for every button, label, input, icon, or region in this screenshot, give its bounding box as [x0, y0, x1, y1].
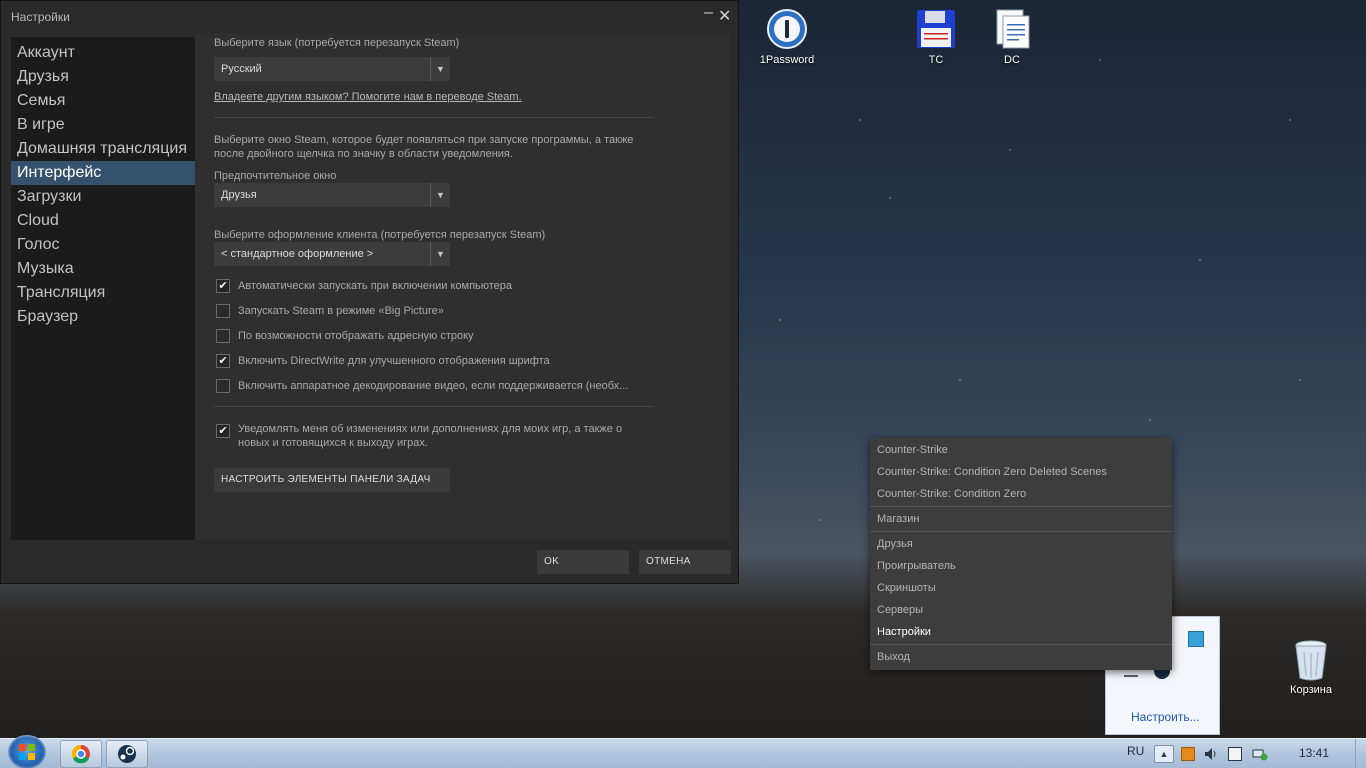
floppy-disk-icon: [915, 8, 957, 50]
show-hidden-icons-button[interactable]: ▲: [1154, 745, 1174, 763]
language-select-value: Русский: [221, 63, 262, 75]
1password-icon: [766, 8, 808, 50]
taskbar-elements-button[interactable]: НАСТРОИТЬ ЭЛЕМЕНТЫ ПАНЕЛИ ЗАДАЧ: [214, 468, 450, 492]
menu-divider: [870, 531, 1172, 532]
checkbox-label: Включить аппаратное декодирование видео,…: [238, 380, 629, 392]
desktop-icon-label: DC: [1004, 54, 1020, 66]
network-app-icon[interactable]: [1188, 631, 1204, 647]
menu-item-store[interactable]: Магазин: [877, 513, 919, 525]
taskbar-chrome[interactable]: [60, 740, 102, 768]
steam-context-menu: Counter-Strike Counter-Strike: Condition…: [870, 438, 1172, 670]
menu-item-player[interactable]: Проигрыватель: [877, 560, 956, 572]
volume-icon[interactable]: [1204, 747, 1218, 761]
checkbox-box[interactable]: ✔: [216, 424, 230, 438]
checkbox-box[interactable]: ✔: [216, 354, 230, 368]
taskbar: RU ▲ 13:41: [0, 735, 1366, 768]
preferred-window-value: Друзья: [221, 189, 257, 201]
checkbox-box[interactable]: [216, 379, 230, 393]
settings-window: Настройки – ✕ Аккаунт Друзья Семья В игр…: [0, 0, 739, 584]
sidebar-item-home-streaming[interactable]: Домашняя трансляция: [11, 137, 195, 161]
sidebar-item-friends[interactable]: Друзья: [11, 65, 195, 89]
menu-item-screenshots[interactable]: Скриншоты: [877, 582, 936, 594]
cancel-button[interactable]: ОТМЕНА: [639, 550, 731, 574]
windows-logo-icon: [19, 744, 35, 760]
checkbox-box[interactable]: [216, 304, 230, 318]
desktop-icon-recycle-bin[interactable]: Корзина: [1271, 638, 1351, 696]
preferred-window-select[interactable]: Друзья ▼: [214, 183, 450, 207]
menu-item-cs-cz-deleted-scenes[interactable]: Counter-Strike: Condition Zero Deleted S…: [877, 466, 1107, 478]
skin-select[interactable]: < стандартное оформление > ▼: [214, 242, 450, 266]
divider: [214, 117, 654, 118]
taskbar-steam[interactable]: [106, 740, 148, 768]
chevron-down-icon: ▼: [430, 57, 450, 81]
ok-button[interactable]: OK: [537, 550, 629, 574]
close-button[interactable]: ✕: [718, 6, 731, 26]
chevron-down-icon: ▼: [430, 242, 450, 266]
menu-item-counter-strike[interactable]: Counter-Strike: [877, 444, 948, 456]
sidebar-item-broadcasting[interactable]: Трансляция: [11, 281, 195, 305]
sidebar-item-voice[interactable]: Голос: [11, 233, 195, 257]
window-description: Выберите окно Steam, которое будет появл…: [214, 134, 634, 160]
menu-item-cs-condition-zero[interactable]: Counter-Strike: Condition Zero: [877, 488, 1026, 500]
network-icon[interactable]: [1252, 747, 1268, 761]
recycle-bin-icon: [1290, 638, 1332, 681]
checkbox-label: По возможности отображать адресную строк…: [238, 330, 474, 342]
title-bar[interactable]: Настройки – ✕: [1, 1, 738, 33]
menu-item-servers[interactable]: Серверы: [877, 604, 923, 616]
sidebar-item-interface[interactable]: Интерфейс: [11, 161, 195, 185]
language-label: Выберите язык (потребуется перезапуск St…: [214, 37, 460, 49]
sidebar-item-downloads[interactable]: Загрузки: [11, 185, 195, 209]
menu-item-settings[interactable]: Настройки: [877, 626, 931, 638]
sidebar-item-family[interactable]: Семья: [11, 89, 195, 113]
desktop-icon-label: 1Password: [759, 54, 815, 66]
preferred-window-label: Предпочтительное окно: [214, 170, 337, 182]
desktop-icon-dc[interactable]: DC: [972, 8, 1052, 66]
checkbox-label: Включить DirectWrite для улучшенного ото…: [238, 355, 550, 367]
document-icon: [991, 8, 1033, 50]
window-title: Настройки: [11, 10, 70, 24]
language-select[interactable]: Русский ▼: [214, 57, 450, 81]
menu-divider: [870, 506, 1172, 507]
skin-label: Выберите оформление клиента (потребуется…: [214, 229, 546, 241]
clock[interactable]: 13:41: [1299, 746, 1329, 760]
sidebar-item-browser[interactable]: Браузер: [11, 305, 195, 329]
customize-link[interactable]: Настроить...: [1131, 710, 1200, 724]
interface-panel: Выберите язык (потребуется перезапуск St…: [195, 33, 730, 540]
menu-divider: [870, 644, 1172, 645]
divider: [214, 406, 654, 407]
sidebar-item-music[interactable]: Музыка: [11, 257, 195, 281]
menu-item-friends[interactable]: Друзья: [877, 538, 913, 550]
sidebar-item-cloud[interactable]: Cloud: [11, 209, 195, 233]
steam-icon: [118, 745, 136, 763]
show-desktop-button[interactable]: [1355, 739, 1366, 768]
checkbox-box[interactable]: ✔: [216, 279, 230, 293]
start-button[interactable]: [8, 735, 46, 768]
app-tray-icon[interactable]: [1181, 747, 1195, 761]
sidebar-item-in-game[interactable]: В игре: [11, 113, 195, 137]
skin-select-value: < стандартное оформление >: [221, 248, 374, 260]
desktop-icon-label: Корзина: [1290, 684, 1332, 696]
checkbox-label: Уведомлять меня об изменениях или дополн…: [238, 423, 623, 449]
chrome-icon: [71, 744, 90, 764]
checkbox-label: Автоматически запускать при включении ко…: [238, 280, 513, 292]
desktop-icon-1password[interactable]: 1Password: [747, 8, 827, 66]
menu-item-exit[interactable]: Выход: [877, 651, 910, 663]
minimize-button[interactable]: –: [704, 4, 713, 22]
desktop-icon-tc[interactable]: TC: [896, 8, 976, 66]
chevron-down-icon: ▼: [430, 183, 450, 207]
checkbox-box[interactable]: [216, 329, 230, 343]
sidebar-item-account[interactable]: Аккаунт: [11, 41, 195, 65]
desktop-icon-label: TC: [928, 54, 944, 66]
checkbox-label: Запускать Steam в режиме «Big Picture»: [238, 305, 444, 317]
translate-link[interactable]: Владеете другим языком? Помогите нам в п…: [214, 91, 522, 103]
language-indicator[interactable]: RU: [1127, 744, 1144, 758]
usb-device-icon[interactable]: [1228, 747, 1242, 761]
settings-sidebar: Аккаунт Друзья Семья В игре Домашняя тра…: [11, 37, 195, 540]
